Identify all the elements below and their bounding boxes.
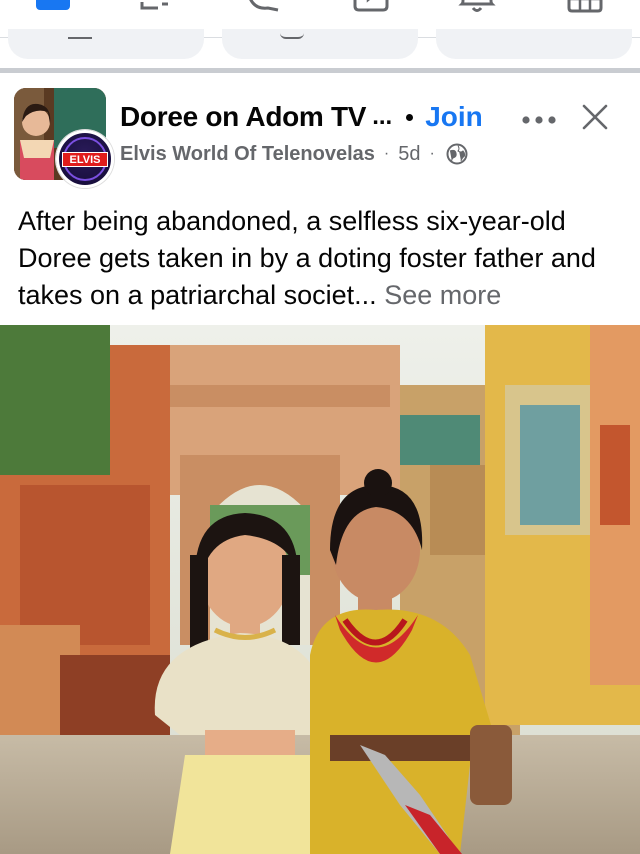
meta-separator: · [383,145,390,162]
notifications-icon[interactable] [458,0,496,14]
post-photo-image [0,325,640,854]
see-more-link[interactable]: See more [384,280,501,310]
friends-icon[interactable] [136,0,174,14]
messenger-icon[interactable] [244,0,282,14]
globe-icon [446,143,468,165]
post-meta-row: Elvis World Of Telenovelas · 5d · [120,140,468,168]
more-options-icon[interactable] [520,112,558,128]
post-body-text: After being abandoned, a selfless six-ye… [18,203,628,314]
post-timestamp[interactable]: 5d [398,143,420,166]
group-name-link[interactable]: Doree on Adom TV [120,101,366,133]
shortcut-chip[interactable] [8,29,204,59]
shortcut-chip-row [0,29,640,69]
close-icon[interactable] [582,104,608,130]
separator-dot [406,113,414,121]
elvis-logo-badge: ELVIS [56,130,114,188]
name-ellipsis: ... [372,103,393,130]
shortcut-chip[interactable] [436,29,632,59]
meta-separator: · [429,145,435,162]
shortcut-chip[interactable] [222,29,418,59]
join-button[interactable]: Join [425,101,483,133]
marketplace-icon[interactable] [566,0,604,14]
post-photo[interactable] [0,325,640,854]
post-header: ELVIS Doree on Adom TV ... Join Elvis Wo… [0,74,640,194]
home-icon[interactable] [34,0,72,14]
post-title-row: Doree on Adom TV ... Join [120,100,483,134]
badge-text: ELVIS [62,152,108,167]
video-icon[interactable] [352,0,390,14]
post-body: After being abandoned, a selfless six-ye… [18,206,596,310]
author-name-link[interactable]: Elvis World Of Telenovelas [120,143,375,166]
feed-divider [0,68,640,73]
